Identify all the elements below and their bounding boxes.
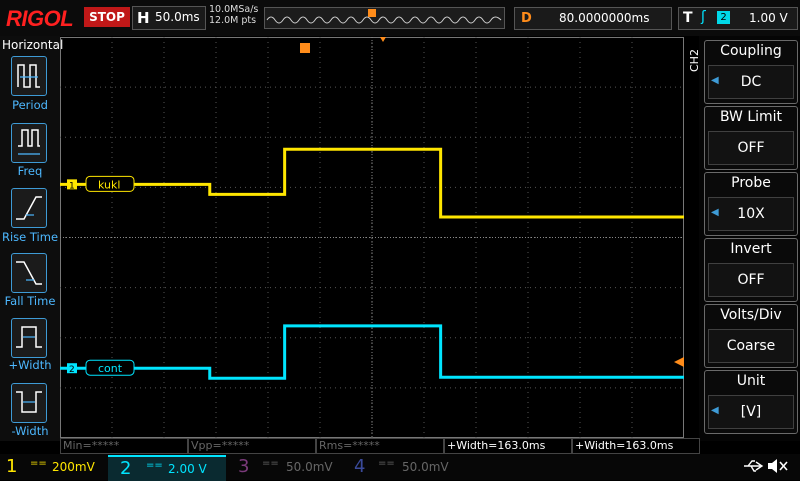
bw-limit-menu[interactable]: BW Limit OFF <box>704 106 798 170</box>
bw-limit-value: OFF <box>708 131 794 165</box>
trigger-level-marker <box>674 357 684 367</box>
channel-4-scale: 50.0mV <box>402 460 449 474</box>
trace-1 <box>60 147 684 219</box>
measurement-bar: Min=***** Vpp=***** Rms=***** +Width=163… <box>60 438 700 454</box>
channel-3-scale: 50.0mV <box>286 460 333 474</box>
trace-1-marker-text: 1 <box>69 181 75 191</box>
channel-menu-title: CH2 <box>688 49 701 72</box>
channel-4-tab[interactable]: 4 == 50.0mV <box>344 455 460 479</box>
measurement-width-2[interactable]: +Width=163.0ms <box>572 438 700 454</box>
channel-1-number: 1 <box>6 456 18 477</box>
freq-button[interactable] <box>11 123 47 163</box>
left-arrow-icon: ◀ <box>711 405 719 416</box>
trace-1-label: kukl <box>98 178 120 191</box>
measurement-width-1[interactable]: +Width=163.0ms <box>444 438 572 454</box>
invert-value: OFF <box>708 263 794 297</box>
measure-category-title: Horizontal <box>2 38 64 52</box>
trigger-source-badge: 2 <box>717 11 730 24</box>
dc-coupling-icon: == <box>146 460 163 471</box>
channel-3-number: 3 <box>238 456 250 477</box>
bw-limit-title: BW Limit <box>719 109 783 125</box>
left-arrow-icon: ◀ <box>711 75 719 86</box>
waveform-overview[interactable] <box>264 7 505 29</box>
coupling-value: DC <box>708 65 794 99</box>
rise-time-button[interactable] <box>11 188 47 228</box>
coupling-menu[interactable]: Coupling DC ◀ <box>704 40 798 104</box>
measurement-rms[interactable]: Rms=***** <box>316 438 444 454</box>
probe-title: Probe <box>731 175 771 191</box>
probe-value: 10X <box>708 197 794 231</box>
channel-2-tab[interactable]: 2 == 2.00 V <box>108 455 226 481</box>
volts-div-value: Coarse <box>708 329 794 363</box>
freq-label: Freq <box>17 164 43 178</box>
dc-coupling-icon: == <box>378 458 395 469</box>
unit-title: Unit <box>736 373 766 389</box>
measurement-vpp[interactable]: Vpp=***** <box>188 438 316 454</box>
volts-div-title: Volts/Div <box>720 307 782 323</box>
brand-logo: RIGOL <box>6 6 74 31</box>
acquisition-info: 10.0MSa/s 12.0M pts <box>209 4 258 26</box>
speaker-muted-icon[interactable] <box>766 457 790 479</box>
overview-waveform <box>266 9 502 24</box>
positive-width-label: +Width <box>8 358 52 372</box>
period-button[interactable] <box>11 56 47 96</box>
trace-2-marker-text: 2 <box>69 365 75 375</box>
positive-width-button[interactable] <box>11 318 47 358</box>
timebase-value: 50.0ms <box>155 10 200 24</box>
channel-1-scale: 200mV <box>52 460 95 474</box>
trigger-letter: T <box>683 10 693 26</box>
overview-trigger-marker <box>368 9 376 17</box>
rise-time-label: Rise Time <box>1 230 59 244</box>
run-stop-button[interactable]: STOP <box>84 7 130 27</box>
negative-width-label: -Width <box>11 424 49 438</box>
center-marker <box>380 37 386 42</box>
channel-4-number: 4 <box>354 456 366 477</box>
negative-width-button[interactable] <box>11 383 47 423</box>
left-arrow-icon: ◀ <box>711 207 719 218</box>
measurement-min[interactable]: Min=***** <box>60 438 188 454</box>
timebase-box[interactable]: H 50.0ms <box>132 6 206 30</box>
fall-time-button[interactable] <box>11 253 47 293</box>
fall-time-label: Fall Time <box>4 294 56 308</box>
trace-2-label: cont <box>98 362 123 375</box>
negative-width-icon <box>16 391 42 413</box>
invert-menu[interactable]: Invert OFF <box>704 238 798 302</box>
coupling-title: Coupling <box>720 43 782 59</box>
trigger-box[interactable]: T ʃ 2 1.00 V <box>678 7 798 30</box>
probe-menu[interactable]: Probe 10X ◀ <box>704 172 798 236</box>
channel-2-number: 2 <box>120 458 132 479</box>
unit-menu[interactable]: Unit [V] ◀ <box>704 370 798 434</box>
timebase-letter: H <box>137 9 150 27</box>
waveform-grid: 1 kukl 2 cont <box>60 37 684 438</box>
sample-rate: 10.0MSa/s <box>209 4 259 15</box>
positive-width-icon <box>16 326 42 348</box>
period-icon <box>17 64 40 88</box>
fall-time-icon <box>16 261 42 285</box>
usb-icon <box>742 458 764 478</box>
unit-value: [V] <box>708 395 794 429</box>
waveform-display[interactable]: 1 kukl 2 cont <box>60 37 684 438</box>
rise-time-icon <box>16 196 42 220</box>
delay-value: 80.0000000ms <box>559 11 650 25</box>
invert-title: Invert <box>730 241 772 257</box>
dc-coupling-icon: == <box>262 458 279 469</box>
volts-div-menu[interactable]: Volts/Div Coarse <box>704 304 798 368</box>
channel-3-tab[interactable]: 3 == 50.0mV <box>228 455 344 479</box>
trigger-position-marker <box>300 43 310 53</box>
channel-2-scale: 2.00 V <box>168 462 207 476</box>
delay-letter: D <box>521 11 532 26</box>
channel-1-tab[interactable]: 1 == 200mV <box>0 455 108 479</box>
memory-depth: 12.0M pts <box>209 15 257 26</box>
freq-icon <box>18 129 40 155</box>
period-label: Period <box>12 98 48 112</box>
delay-box[interactable]: D 80.0000000ms <box>514 7 672 30</box>
dc-coupling-icon: == <box>30 458 47 469</box>
trigger-level: 1.00 V <box>749 11 788 25</box>
rising-edge-icon: ʃ <box>701 9 706 25</box>
